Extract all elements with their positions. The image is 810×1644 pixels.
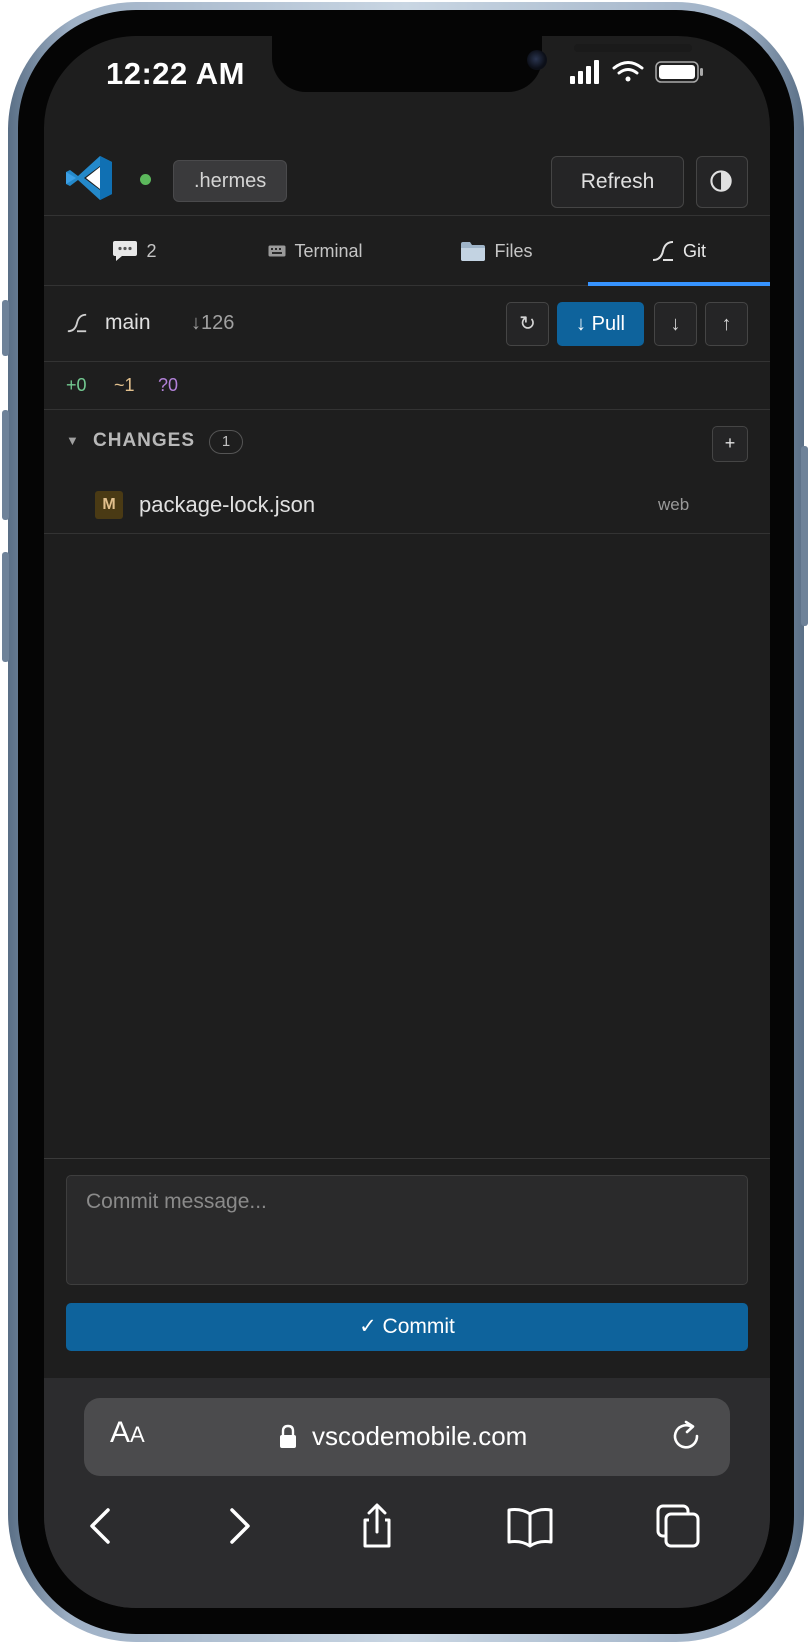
connection-status-dot — [140, 174, 151, 185]
tab-files-label: Files — [494, 240, 533, 261]
status-icons — [570, 60, 703, 84]
share-icon[interactable] — [353, 1502, 401, 1550]
file-directory: web — [658, 495, 690, 514]
commit-message-input[interactable] — [66, 1175, 748, 1285]
collapse-caret-icon: ▼ — [66, 433, 79, 448]
tab-chat-label: 2 — [146, 240, 157, 261]
reader-settings-button[interactable]: AA — [110, 1416, 145, 1450]
modified-count: ~1 — [114, 375, 135, 395]
added-count: +0 — [66, 375, 87, 395]
branch-bar: main ↓126 ↻ ↓ Pull ↓ ↑ — [44, 286, 770, 362]
browser-toolbar: AA vscodemobile.com — [44, 1378, 770, 1608]
volume-up-button — [2, 410, 9, 520]
stage-all-button[interactable]: + — [712, 426, 748, 462]
tab-files[interactable]: Files — [406, 216, 587, 286]
modified-status-badge: M — [95, 491, 123, 519]
folder-icon — [461, 242, 486, 261]
changed-file-row[interactable]: M package-lock.json web — [44, 474, 770, 534]
changes-section-header[interactable]: ▼ CHANGES 1 + — [44, 410, 770, 474]
theme-toggle-button[interactable] — [696, 156, 748, 208]
tab-terminal-label: Terminal — [294, 240, 363, 261]
sync-button[interactable]: ↻ — [506, 302, 549, 346]
back-arrow-icon[interactable] — [78, 1502, 126, 1550]
tab-git-label: Git — [682, 240, 706, 261]
chat-bubble-icon — [113, 241, 138, 261]
status-time: 12:22 AM — [106, 56, 245, 91]
commit-panel: ✓ Commit — [44, 1158, 770, 1378]
notch — [272, 36, 692, 92]
screen: 12:22 AM .hermes Refresh 2 Terminal File… — [44, 36, 770, 1608]
tabs-icon[interactable] — [654, 1502, 702, 1550]
git-branch-icon — [67, 313, 87, 333]
push-button[interactable]: ↑ — [705, 302, 748, 346]
reload-icon[interactable] — [668, 1418, 704, 1454]
changes-count-badge: 1 — [209, 430, 243, 454]
change-counts: +0 ~1 ?0 — [44, 362, 770, 410]
file-name: package-lock.json — [139, 492, 316, 517]
tab-git[interactable]: Git — [588, 216, 769, 286]
front-camera — [527, 50, 547, 70]
mute-switch — [2, 300, 9, 356]
refresh-button[interactable]: Refresh — [551, 156, 684, 208]
fetch-button[interactable]: ↓ — [654, 302, 697, 346]
earpiece — [574, 44, 692, 52]
app-header: .hermes Refresh — [44, 108, 770, 216]
power-button — [801, 446, 808, 626]
lock-icon — [280, 1424, 296, 1448]
keyboard-icon — [268, 245, 286, 257]
branch-name[interactable]: main — [105, 311, 151, 335]
git-branch-icon — [652, 241, 674, 261]
pull-button[interactable]: ↓ Pull — [557, 302, 644, 346]
contrast-icon — [710, 170, 732, 192]
tab-bar: 2 Terminal Files Git — [44, 216, 770, 286]
bookmarks-icon[interactable] — [506, 1502, 554, 1550]
tab-chat[interactable]: 2 — [44, 216, 225, 286]
workspace-selector[interactable]: .hermes — [173, 160, 288, 202]
url-text: vscodemobile.com — [312, 1421, 528, 1451]
cellular-signal-icon — [570, 60, 599, 84]
commit-button[interactable]: ✓ Commit — [66, 1303, 748, 1351]
tab-terminal[interactable]: Terminal — [225, 216, 406, 286]
forward-arrow-icon[interactable] — [214, 1502, 262, 1550]
wifi-icon — [612, 61, 644, 82]
volume-down-button — [2, 552, 9, 662]
battery-icon — [655, 61, 703, 83]
commits-behind-count: ↓126 — [191, 312, 235, 334]
untracked-count: ?0 — [158, 375, 179, 395]
address-bar[interactable]: AA vscodemobile.com — [84, 1398, 730, 1476]
changes-title: CHANGES — [93, 430, 196, 451]
vscode-logo-icon — [66, 156, 112, 200]
